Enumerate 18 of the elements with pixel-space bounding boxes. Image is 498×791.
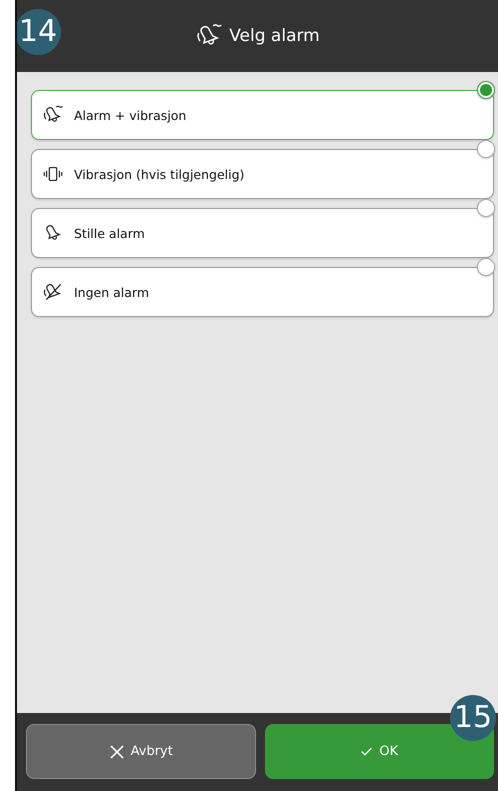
option-label: Alarm + vibrasjon bbox=[74, 108, 186, 122]
header-title: Velg alarm bbox=[229, 26, 320, 46]
radio-button[interactable] bbox=[477, 81, 495, 99]
radio-button[interactable] bbox=[477, 140, 495, 158]
option-label: Ingen alarm bbox=[74, 284, 150, 300]
alarm-option[interactable]: Ingen alarm bbox=[31, 267, 494, 317]
radio-button[interactable] bbox=[477, 199, 495, 217]
callout-badge: 15 bbox=[450, 695, 496, 741]
alarm-option[interactable]: Vibrasjon (hvis tilgjengelig) bbox=[31, 149, 494, 199]
close-icon bbox=[108, 744, 125, 760]
bell-off-icon bbox=[42, 281, 64, 303]
cancel-button[interactable]: Avbryt bbox=[26, 724, 256, 779]
alarm-option[interactable]: Alarm + vibrasjon bbox=[31, 90, 494, 140]
option-label: Stille alarm bbox=[74, 226, 145, 240]
option-label: Vibrasjon (hvis tilgjengelig) bbox=[74, 166, 244, 182]
radio-button[interactable] bbox=[477, 258, 495, 276]
alarm-option[interactable]: Stille alarm bbox=[31, 208, 494, 258]
check-icon bbox=[360, 745, 374, 758]
